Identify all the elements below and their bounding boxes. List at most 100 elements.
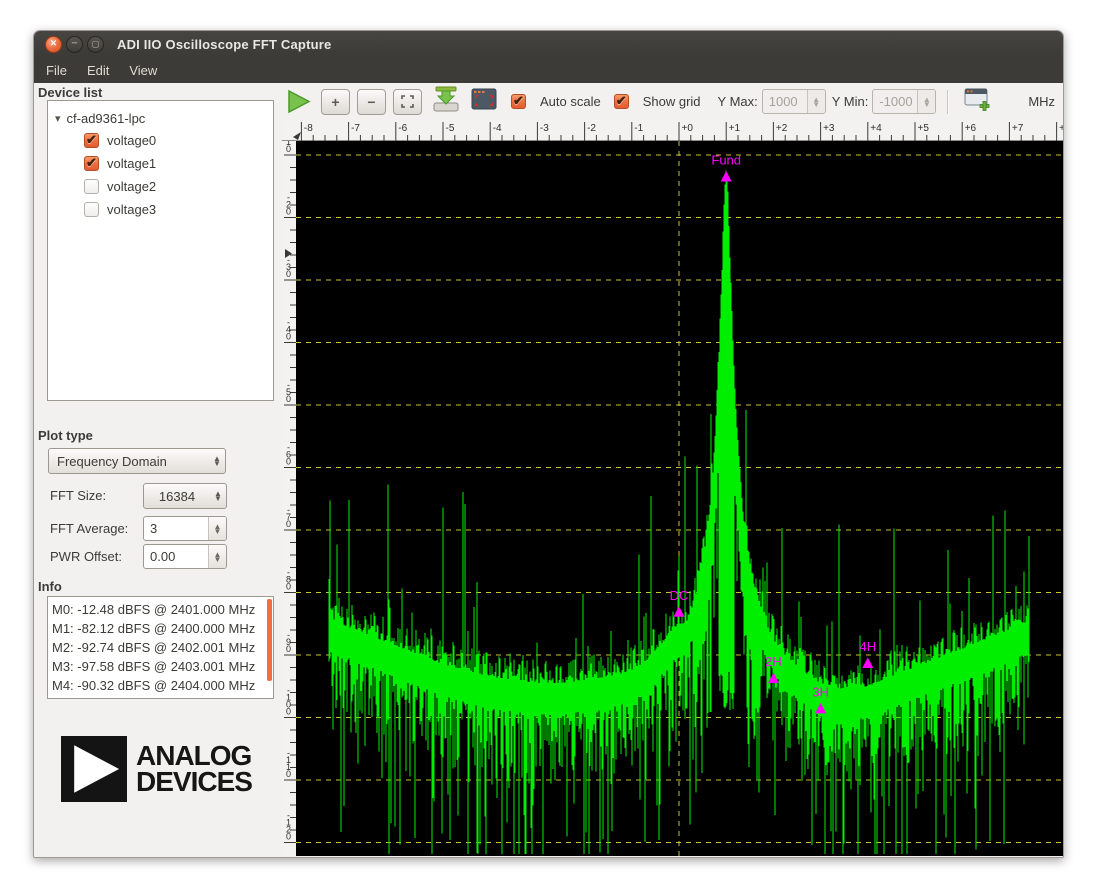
svg-text:0: 0 (286, 644, 291, 654)
info-scrollbar[interactable] (267, 599, 272, 681)
toolbar: + − (282, 83, 1063, 120)
maximize-icon: ▢ (92, 40, 100, 48)
svg-text:0: 0 (286, 457, 291, 467)
fft-plot: -8-7-6-5-4-3-2-1+0+1+2+3+4+5+6+7+8 -10-2… (282, 120, 1064, 856)
spin-arrows-icon[interactable]: ▲▼ (208, 517, 226, 540)
expander-icon[interactable]: ▾ (55, 112, 61, 125)
auto-scale-checkbox[interactable] (511, 94, 526, 109)
svg-text:0: 0 (286, 144, 291, 154)
menu-file[interactable]: File (36, 59, 77, 82)
plot-type-label: Plot type (38, 428, 93, 443)
y-max-value: 1000 (763, 90, 807, 113)
svg-text:DC: DC (670, 588, 689, 603)
zoom-in-icon: + (331, 94, 339, 110)
zoom-fit-icon (401, 95, 414, 108)
channel-label: voltage2 (107, 179, 156, 194)
show-grid-label: Show grid (643, 94, 701, 109)
fft-average-value: 3 (144, 517, 208, 540)
svg-text:+0: +0 (682, 123, 694, 134)
plot-type-select[interactable]: Frequency Domain ▲▼ (48, 448, 226, 474)
device-name: cf-ad9361-lpc (67, 111, 146, 126)
device-list-label: Device list (38, 85, 102, 100)
adi-logo-text: ANALOG DEVICES (136, 743, 252, 795)
channel-row-voltage0: voltage0 (48, 129, 273, 152)
spin-arrows-icon[interactable]: ▲▼ (208, 545, 226, 568)
menu-bar: FileEditView (34, 58, 1063, 83)
svg-text:+1: +1 (729, 123, 741, 134)
device-tree-root[interactable]: ▾ cf-ad9361-lpc (48, 107, 273, 129)
plot-canvas[interactable]: FundDC2H3H4H (296, 141, 1064, 856)
fft-size-select[interactable]: 16384 ▲▼ (143, 483, 227, 509)
svg-text:0: 0 (286, 207, 291, 217)
zoom-in-button[interactable]: + (321, 89, 350, 115)
y-min-spinbox: -1000 ▲▼ (872, 89, 936, 114)
fft-average-spinbox[interactable]: 3 ▲▼ (143, 516, 227, 541)
svg-text:-5: -5 (446, 123, 455, 134)
content-area: Device list ▾ cf-ad9361-lpc voltage0 volt… (34, 83, 1063, 857)
svg-text:+3: +3 (823, 123, 835, 134)
plot-type-value: Frequency Domain (49, 454, 209, 469)
fft-size-value: 16384 (144, 489, 210, 504)
svg-text:+2: +2 (776, 123, 788, 134)
pwr-offset-label: PWR Offset: (50, 549, 122, 564)
y-min-label: Y Min: (832, 94, 869, 109)
new-plot-window-button[interactable] (961, 86, 991, 118)
voltage3-checkbox[interactable] (84, 202, 99, 217)
marker-info-panel[interactable]: M0: -12.48 dBFS @ 2401.000 MHzM1: -82.12… (47, 596, 274, 699)
combo-arrows-icon: ▲▼ (209, 456, 225, 466)
device-tree[interactable]: ▾ cf-ad9361-lpc voltage0 voltage1 voltage2… (47, 100, 274, 401)
fullscreen-icon (469, 86, 499, 112)
y-min-value: -1000 (873, 90, 917, 113)
voltage0-checkbox[interactable] (84, 133, 99, 148)
channel-row-voltage2: voltage2 (48, 175, 273, 198)
svg-text:3H: 3H (812, 684, 829, 699)
svg-text:4H: 4H (859, 639, 876, 654)
x-axis-ruler[interactable]: -8-7-6-5-4-3-2-1+0+1+2+3+4+5+6+7+8 (282, 120, 1064, 141)
zoom-fit-button[interactable] (393, 89, 422, 115)
zoom-out-icon: − (367, 94, 375, 110)
info-line: M1: -82.12 dBFS @ 2400.000 MHz (52, 619, 269, 638)
svg-text:0: 0 (286, 582, 291, 592)
svg-text:-2: -2 (587, 123, 596, 134)
spin-arrows-icon: ▲▼ (917, 90, 935, 113)
save-capture-button[interactable] (431, 85, 461, 118)
minimize-icon: − (71, 39, 77, 50)
show-grid-checkbox[interactable] (614, 94, 629, 109)
y-axis-ruler[interactable]: -10-20-30-40-50-60-70-80-90-100-110-120 (282, 141, 296, 856)
plot-panel: + − (282, 83, 1063, 857)
menu-view[interactable]: View (119, 59, 167, 82)
channel-list: voltage0voltage1voltage2voltage3 (48, 129, 273, 221)
svg-text:-7: -7 (351, 123, 360, 134)
voltage2-checkbox[interactable] (84, 179, 99, 194)
minimize-button[interactable]: − (66, 36, 83, 53)
info-line: M0: -12.48 dBFS @ 2401.000 MHz (52, 600, 269, 619)
svg-text:0: 0 (286, 269, 291, 279)
voltage1-checkbox[interactable] (84, 156, 99, 171)
close-icon: × (50, 39, 56, 50)
app-window: × − ▢ ADI IIO Oscilloscope FFT Capture F… (33, 30, 1064, 858)
channel-row-voltage1: voltage1 (48, 152, 273, 175)
close-button[interactable]: × (45, 36, 62, 53)
svg-text:0: 0 (286, 769, 291, 779)
window-title: ADI IIO Oscilloscope FFT Capture (117, 37, 331, 52)
svg-text:2H: 2H (765, 654, 782, 669)
fullscreen-button[interactable] (469, 86, 499, 117)
svg-text:0: 0 (286, 332, 291, 342)
channel-label: voltage1 (107, 156, 156, 171)
info-label: Info (38, 579, 62, 594)
svg-text:-1: -1 (634, 123, 643, 134)
pwr-offset-spinbox[interactable]: 0.00 ▲▼ (143, 544, 227, 569)
start-capture-button[interactable] (285, 88, 312, 115)
auto-scale-label: Auto scale (540, 94, 601, 109)
svg-text:0: 0 (286, 832, 291, 842)
pwr-offset-value: 0.00 (144, 545, 208, 568)
svg-text:-3: -3 (540, 123, 549, 134)
new-plot-window-icon (961, 86, 991, 113)
title-bar[interactable]: × − ▢ ADI IIO Oscilloscope FFT Capture (34, 31, 1063, 58)
svg-text:+5: +5 (918, 123, 930, 134)
adi-triangle-icon (61, 736, 127, 802)
maximize-button[interactable]: ▢ (87, 36, 104, 53)
menu-edit[interactable]: Edit (77, 59, 119, 82)
zoom-out-button[interactable]: − (357, 89, 386, 115)
frequency-unit-label: MHz (1028, 94, 1055, 109)
